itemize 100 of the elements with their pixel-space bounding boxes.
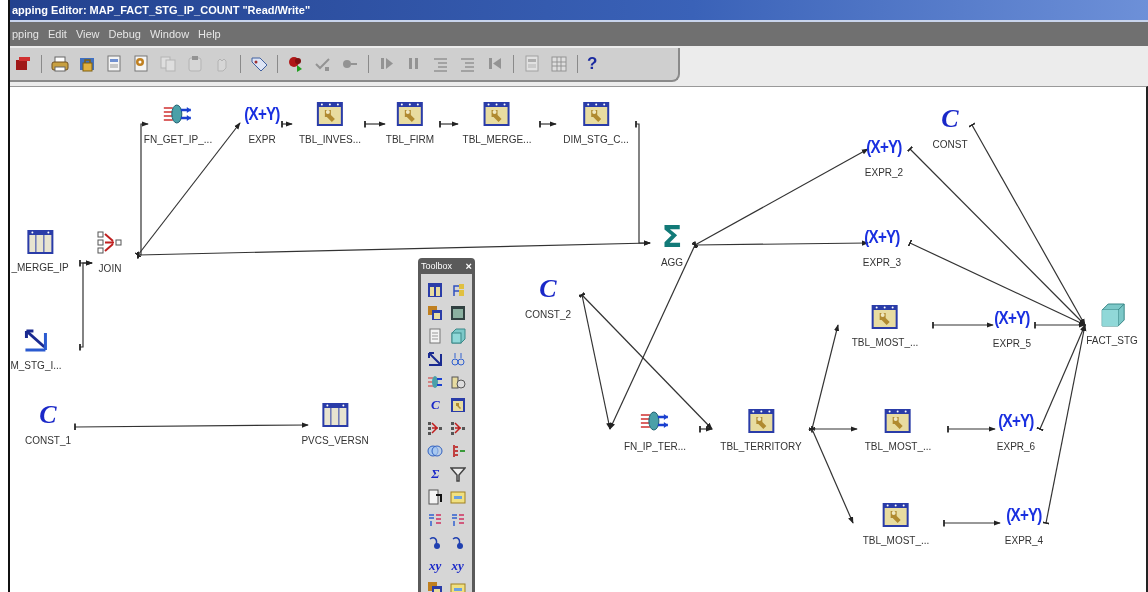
gear-document-icon: [132, 55, 150, 73]
node-label: EXPR_6: [996, 441, 1036, 452]
node-label: CONST_1: [24, 435, 72, 446]
menu-item[interactable]: View: [75, 28, 100, 40]
cube-icon: [14, 55, 32, 73]
node-label: EXPR_4: [1004, 535, 1044, 546]
constant-symbol: C: [539, 276, 557, 302]
filter-icon: [449, 466, 466, 482]
toolbar-button[interactable]: [105, 55, 123, 73]
splitter-icon: [427, 351, 444, 367]
node-label: EXPR: [248, 134, 276, 145]
table-icon: [427, 282, 444, 298]
cylinder-icon: [449, 374, 466, 390]
list-icon: [459, 55, 477, 73]
sequence-icon: [449, 351, 466, 367]
node-label: TBL_INVES...: [298, 134, 362, 145]
tool-symbol: Σ: [431, 466, 440, 482]
join-icon: [427, 420, 444, 436]
node-label: DIM_STG_C...: [563, 134, 629, 145]
tool-button[interactable]: xy: [424, 556, 447, 576]
table-icon: [582, 101, 610, 127]
stacked-tables-icon: [427, 305, 444, 321]
table-icon: [871, 304, 899, 330]
printer-icon: [51, 55, 69, 73]
expression-symbol: (X+Y): [244, 103, 280, 125]
node-label: FACT_STG: [1086, 335, 1138, 346]
constant-symbol: C: [941, 106, 959, 132]
list-icon: [432, 55, 450, 73]
node-label: TBL_FIRM: [385, 134, 435, 145]
menu-item[interactable]: Help: [198, 28, 221, 40]
document-icon: [523, 55, 541, 73]
node-label: CONST: [932, 139, 968, 150]
note-icon: [449, 581, 466, 592]
toolbar-button[interactable]: [132, 55, 150, 73]
table-icon: [316, 101, 344, 127]
pivot-icon: [427, 512, 444, 528]
expression-symbol: (X+Y): [994, 307, 1030, 329]
table-icon: [747, 408, 775, 434]
table-icon: [321, 402, 349, 428]
tool-symbol: C: [430, 397, 440, 413]
node-label: TBL_MOST_...: [864, 441, 932, 452]
node-label: M_STG_I...: [10, 360, 62, 371]
node-label: FN_IP_TER...: [623, 441, 687, 452]
grid-icon: [550, 55, 568, 73]
set-operation-icon: [427, 443, 444, 459]
pivot-icon: [449, 512, 466, 528]
node-label: TBL_MOST_...: [862, 535, 930, 546]
menu-item[interactable]: pping: [12, 28, 39, 40]
expression-symbol: (X+Y): [864, 226, 900, 248]
node-label: CONST_2: [524, 309, 572, 320]
connector-arrow: [364, 120, 386, 128]
lock-icon: [78, 55, 96, 73]
menu-item[interactable]: Edit: [47, 28, 67, 40]
node-label: PVCS_VERSN: [301, 435, 369, 446]
menu-item[interactable]: Window: [149, 28, 190, 40]
table-icon: [449, 397, 466, 413]
connector-arrow: [947, 425, 996, 433]
tag-icon: [250, 55, 268, 73]
expression-symbol: (X+Y): [866, 136, 902, 158]
tool-symbol: xy: [451, 558, 464, 574]
toolbar-button[interactable]: [14, 55, 32, 73]
table-icon: [26, 229, 54, 255]
table-icon: [396, 101, 424, 127]
lookup-icon: [427, 489, 444, 505]
function-icon: [163, 102, 193, 126]
connector-arrow: [943, 519, 1001, 527]
table-icon: [884, 408, 912, 434]
document-icon: [105, 55, 123, 73]
expression-symbol: (X+Y): [1006, 504, 1042, 526]
document-icon: [427, 328, 444, 344]
table-icon: [882, 502, 910, 528]
tool-button[interactable]: C: [424, 395, 447, 415]
tool-button[interactable]: xy: [446, 556, 469, 576]
toolbar-button[interactable]: [250, 55, 268, 73]
node-label: EXPR_3: [862, 257, 902, 268]
node-label: EXPR_2: [864, 167, 904, 178]
connector-arrow: [439, 120, 459, 128]
node-label: TBL_TERRITORY: [720, 441, 802, 452]
node-label: TBL_MOST_...: [851, 337, 919, 348]
help-button[interactable]: ?: [587, 55, 598, 73]
function-icon: [427, 374, 444, 390]
toolbar-button[interactable]: [78, 55, 96, 73]
table-icon: [483, 101, 511, 127]
table-icon: [449, 305, 466, 321]
node-label: AGG: [660, 257, 684, 268]
connector-arrow: [539, 120, 557, 128]
node-label: TBL_MERGE...: [462, 134, 532, 145]
stacked-tables-icon: [427, 581, 444, 592]
menu-item[interactable]: Debug: [108, 28, 141, 40]
node-label: EXPR_5: [992, 338, 1032, 349]
note-icon: [449, 489, 466, 505]
node-label: _MERGE_IP: [11, 262, 69, 273]
toolbar-button[interactable]: [51, 55, 69, 73]
toolbox-title: Toolbox: [421, 261, 453, 271]
clipboard-icon: [186, 55, 204, 73]
node-label: JOIN: [98, 263, 122, 274]
copy-icon: [159, 55, 177, 73]
close-button[interactable]: ×: [465, 260, 472, 272]
tool-button[interactable]: Σ: [424, 464, 447, 484]
node-label: FN_GET_IP_...: [143, 134, 213, 145]
